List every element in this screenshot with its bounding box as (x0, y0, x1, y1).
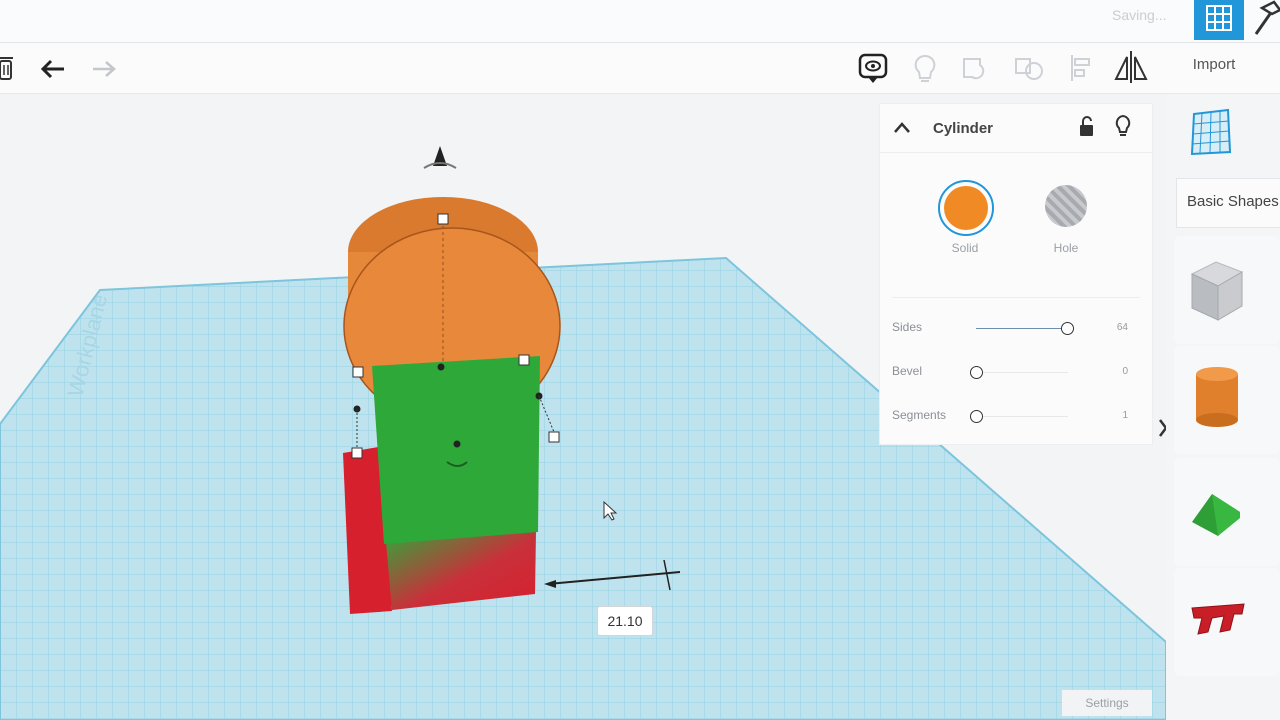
grid-view-button[interactable] (1194, 0, 1244, 40)
bevel-slider-track[interactable] (976, 372, 1068, 373)
shape-text[interactable] (1174, 568, 1280, 676)
segments-slider-handle[interactable] (970, 410, 983, 423)
trash-icon (0, 57, 13, 80)
chevron-up-icon[interactable] (892, 118, 912, 138)
divider (892, 297, 1140, 298)
solid-swatch[interactable] (938, 180, 994, 236)
segments-slider-track[interactable] (976, 416, 1068, 417)
group-icon (963, 58, 985, 80)
save-status: Saving... (1112, 7, 1167, 23)
import-button[interactable]: Import (1174, 50, 1254, 80)
gray-box-icon (1190, 261, 1244, 321)
note-eye-icon (858, 53, 888, 83)
rotate-handle[interactable] (423, 146, 457, 169)
inspector-header: Cylinder (880, 104, 1152, 153)
sides-slider-track[interactable] (976, 328, 1068, 329)
segments-label: Segments (892, 408, 947, 422)
hole-label: Hole (1053, 241, 1079, 255)
notes-button[interactable] (856, 51, 890, 85)
dimension-value[interactable]: 21.10 (597, 606, 653, 636)
sides-value[interactable]: 64 (1108, 322, 1128, 333)
solid-label: Solid (951, 241, 979, 255)
mirror-icon (1114, 51, 1148, 83)
bevel-slider-handle[interactable] (970, 366, 983, 379)
align-icon (1071, 55, 1090, 81)
ungroup-button[interactable] (1012, 51, 1046, 85)
undo-button[interactable] (38, 53, 70, 83)
grid-icon (1206, 5, 1232, 31)
shape-box[interactable] (1174, 236, 1280, 344)
sides-label: Sides (892, 320, 923, 334)
shape-name: Cylinder (933, 120, 994, 137)
hole-swatch[interactable] (1045, 185, 1087, 227)
solid-color (944, 186, 988, 230)
workplane-shape[interactable] (1188, 108, 1236, 160)
bevel-label: Bevel (892, 364, 923, 378)
green-roof-icon (1192, 494, 1240, 536)
lock-icon[interactable] (1078, 116, 1096, 138)
show-all-button[interactable] (910, 51, 940, 85)
build-button[interactable] (1250, 0, 1280, 38)
shape-inspector: Cylinder Solid Hole Sides 64 Bevel 0 Seg… (879, 103, 1153, 445)
shape-category-select[interactable]: Basic Shapes (1176, 178, 1280, 228)
shape-roof[interactable] (1174, 458, 1280, 566)
undo-icon (40, 59, 64, 79)
ungroup-icon (1015, 58, 1043, 80)
workplane-icon (1190, 108, 1232, 156)
segments-value[interactable]: 1 (1108, 410, 1128, 421)
redo-icon (93, 61, 116, 77)
hammer-icon (1254, 0, 1280, 35)
top-bar: Saving... (0, 0, 1280, 43)
group-button[interactable] (960, 51, 992, 85)
bevel-value[interactable]: 0 (1108, 366, 1128, 377)
orange-cylinder-icon (1196, 367, 1238, 427)
shape-cylinder[interactable] (1174, 346, 1280, 454)
redo-button[interactable] (88, 53, 120, 83)
mirror-button[interactable] (1112, 49, 1150, 85)
settings-button[interactable]: Settings (1062, 690, 1152, 716)
lightbulb-icon[interactable] (1114, 114, 1132, 138)
align-button[interactable] (1066, 51, 1096, 85)
toolbar (0, 43, 1280, 94)
sides-slider-handle[interactable] (1061, 322, 1074, 335)
green-roof[interactable] (372, 356, 540, 544)
lightbulb-icon (914, 54, 936, 82)
red-text-shape-icon (1191, 603, 1245, 635)
delete-button[interactable] (0, 51, 16, 85)
